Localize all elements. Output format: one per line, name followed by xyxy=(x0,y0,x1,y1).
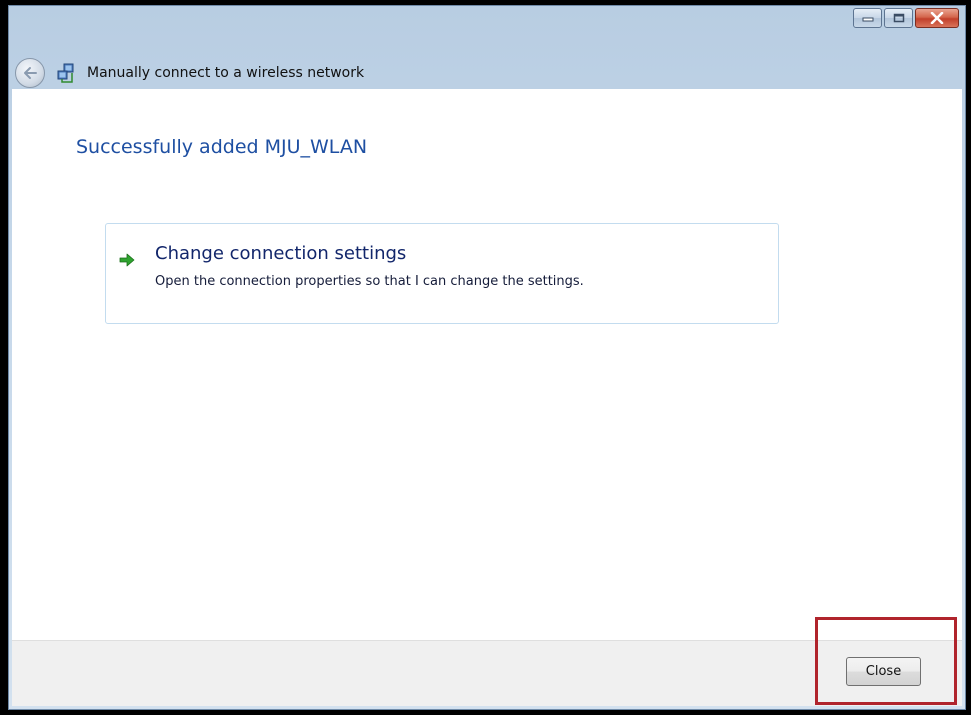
content-area: Successfully added MJU_WLAN Change conne… xyxy=(12,89,962,640)
link-description: Open the connection properties so that I… xyxy=(155,274,584,289)
maximize-button[interactable] xyxy=(884,8,913,28)
dialog-header: Manually connect to a wireless network xyxy=(12,56,364,90)
network-icon xyxy=(57,63,74,83)
dialog-window: Manually connect to a wireless network S… xyxy=(8,5,966,710)
back-arrow-icon xyxy=(24,67,37,79)
minimize-button[interactable] xyxy=(853,8,882,28)
minimize-icon xyxy=(862,17,873,22)
dialog-footer: Close xyxy=(12,640,962,706)
close-button[interactable]: Close xyxy=(846,657,921,686)
green-arrow-icon xyxy=(119,253,135,267)
link-title: Change connection settings xyxy=(155,243,407,264)
close-icon xyxy=(930,12,944,24)
page-heading: Successfully added MJU_WLAN xyxy=(76,136,368,158)
window-close-button[interactable] xyxy=(915,8,959,28)
back-button[interactable] xyxy=(15,58,45,88)
dialog-title: Manually connect to a wireless network xyxy=(87,65,365,81)
window-controls xyxy=(851,8,959,28)
maximize-icon xyxy=(893,13,904,23)
change-connection-settings-link[interactable]: Change connection settings Open the conn… xyxy=(105,223,779,324)
